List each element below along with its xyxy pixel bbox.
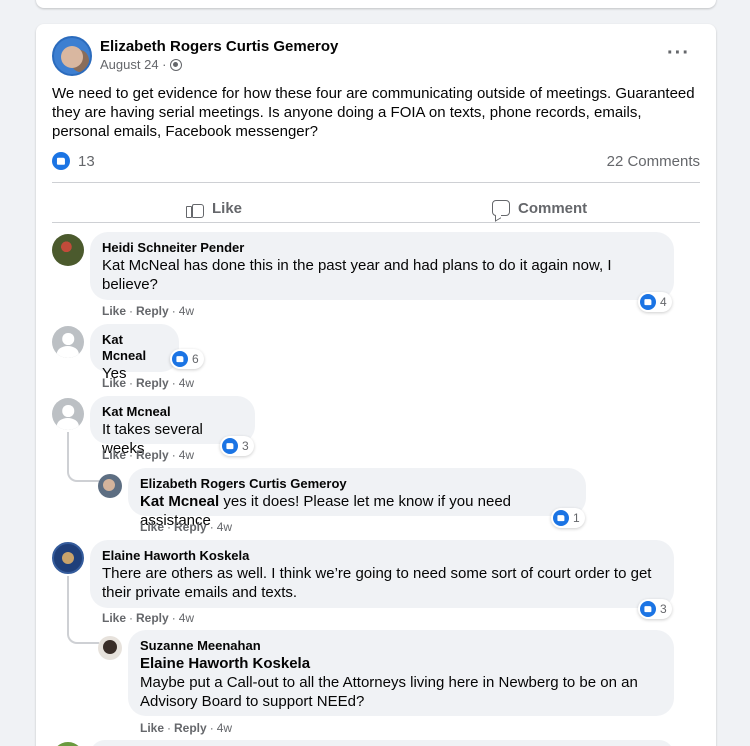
separator: · — [171, 376, 176, 390]
comment-reaction-count: 4 — [660, 295, 667, 309]
comment-reaction-count: 3 — [660, 602, 667, 616]
separator: · — [171, 611, 176, 625]
comment-reply-link[interactable]: Reply — [136, 448, 169, 462]
comment-reply-link[interactable]: Reply — [136, 376, 169, 390]
commenter-avatar[interactable] — [52, 234, 84, 266]
comment-reply-link[interactable]: Reply — [174, 520, 207, 534]
comment-icon — [492, 200, 510, 216]
thumbs-up-icon — [186, 199, 204, 218]
post-author-name[interactable]: Elizabeth Rogers Curtis Gemeroy — [100, 38, 338, 55]
reaction-count: 13 — [78, 152, 95, 170]
like-reaction-icon — [640, 294, 656, 310]
comment-text: There are others as well. I think we’re … — [102, 565, 652, 601]
comment-actions: Like · Reply · 4w — [102, 611, 194, 625]
comment-reaction-count: 6 — [192, 352, 199, 366]
separator: · — [129, 611, 134, 625]
comment-actions: Like · Reply · 4w — [140, 721, 232, 735]
separator: · — [171, 448, 176, 462]
comment-like-link[interactable]: Like — [102, 376, 126, 390]
replier-avatar[interactable] — [98, 474, 122, 498]
replier-name[interactable]: Elizabeth Rogers Curtis Gemeroy — [140, 476, 574, 492]
comment-actions: Like · Reply · 4w — [102, 304, 194, 318]
reply-body: Maybe put a Call-out to all the Attorney… — [140, 674, 638, 710]
comment-bubble: Heidi Schneiter Pender Kat McNeal has do… — [90, 232, 674, 300]
comment-like-link[interactable]: Like — [102, 304, 126, 318]
separator: · — [129, 304, 134, 318]
commenter-avatar[interactable] — [52, 542, 84, 574]
comment-reactions[interactable]: 3 — [220, 436, 254, 456]
post-text: We need to get evidence for how these fo… — [52, 85, 695, 140]
comment-like-link[interactable]: Like — [140, 721, 164, 735]
comment-actions: Like · Reply · 4w — [140, 520, 232, 534]
comment-reactions[interactable]: 6 — [170, 349, 204, 369]
comment-age[interactable]: 4w — [179, 376, 194, 390]
comment-age[interactable]: 4w — [179, 611, 194, 625]
commenter-name[interactable]: Heidi Schneiter Pender — [102, 240, 662, 256]
comment-reply-link[interactable]: Reply — [136, 304, 169, 318]
comment-bubble: Kat Mcneal Yes — [90, 324, 179, 382]
post-reactions[interactable]: 13 — [52, 152, 95, 170]
tagged-user[interactable]: Elaine Haworth Koskela — [140, 654, 662, 673]
comment-age[interactable]: 4w — [217, 520, 232, 534]
globe-icon — [169, 58, 182, 71]
like-reaction-icon — [640, 601, 656, 617]
like-button-label: Like — [212, 199, 243, 217]
like-reaction-icon — [52, 152, 70, 170]
replier-avatar[interactable] — [98, 636, 122, 660]
comment-age[interactable]: 4w — [179, 448, 194, 462]
commenter-name[interactable]: Kat Mcneal — [102, 332, 167, 364]
comment-age[interactable]: 4w — [179, 304, 194, 318]
comment-button[interactable]: Comment — [492, 190, 587, 226]
comment-reactions[interactable]: 3 — [638, 599, 672, 619]
separator: · — [209, 520, 214, 534]
comment-actions: Like · Reply · 4w — [102, 448, 194, 462]
comment-actions: Like · Reply · 4w — [102, 376, 194, 390]
like-reaction-icon — [553, 510, 569, 526]
post-meta: August 24 · — [100, 57, 182, 72]
commenter-name[interactable]: Kat Mcneal — [102, 404, 243, 420]
reply-bubble: Elizabeth Rogers Curtis Gemeroy Kat Mcne… — [128, 468, 586, 529]
comment-bubble: Elaine Haworth Koskela There are others … — [90, 540, 674, 608]
comment-reactions[interactable]: 4 — [638, 292, 672, 312]
like-reaction-icon — [222, 438, 238, 454]
separator: · — [209, 721, 214, 735]
comment-like-link[interactable]: Like — [102, 448, 126, 462]
comment-like-link[interactable]: Like — [140, 520, 164, 534]
comment-reactions[interactable]: 1 — [551, 508, 585, 528]
separator: · — [171, 304, 176, 318]
divider — [52, 182, 700, 183]
commenter-avatar[interactable] — [52, 326, 84, 358]
divider — [52, 222, 700, 223]
comment-bubble — [90, 740, 674, 746]
commenter-avatar[interactable] — [52, 398, 84, 430]
like-reaction-icon — [172, 351, 188, 367]
commenter-avatar[interactable] — [52, 742, 84, 746]
reply-bubble: Suzanne Meenahan Elaine Haworth Koskela M… — [128, 630, 674, 716]
separator: · — [129, 448, 134, 462]
post-author-avatar[interactable] — [52, 36, 92, 76]
separator: · — [167, 520, 172, 534]
thread-line — [67, 432, 99, 482]
post-date[interactable]: August 24 · — [100, 57, 167, 72]
comments-count[interactable]: 22 Comments — [607, 153, 700, 170]
reply-text: Elaine Haworth Koskela Maybe put a Call-o… — [140, 654, 662, 711]
comment-reply-link[interactable]: Reply — [136, 611, 169, 625]
replier-name[interactable]: Suzanne Meenahan — [140, 638, 662, 654]
separator: · — [129, 376, 134, 390]
comment-age[interactable]: 4w — [217, 721, 232, 735]
comment-like-link[interactable]: Like — [102, 611, 126, 625]
like-button[interactable]: Like — [186, 190, 242, 226]
tagged-user[interactable]: Kat Mcneal — [140, 493, 219, 510]
more-options-icon[interactable]: ··· — [667, 42, 690, 65]
comment-reaction-count: 3 — [242, 439, 249, 453]
post-card: Elizabeth Rogers Curtis Gemeroy August 2… — [36, 24, 716, 746]
separator: · — [167, 721, 172, 735]
comment-reaction-count: 1 — [573, 511, 580, 525]
previous-post-card — [36, 0, 716, 8]
comment-button-label: Comment — [518, 199, 588, 217]
commenter-name[interactable]: Elaine Haworth Koskela — [102, 548, 662, 564]
comment-reply-link[interactable]: Reply — [174, 721, 207, 735]
comment-text: Kat McNeal has done this in the past yea… — [102, 257, 612, 293]
